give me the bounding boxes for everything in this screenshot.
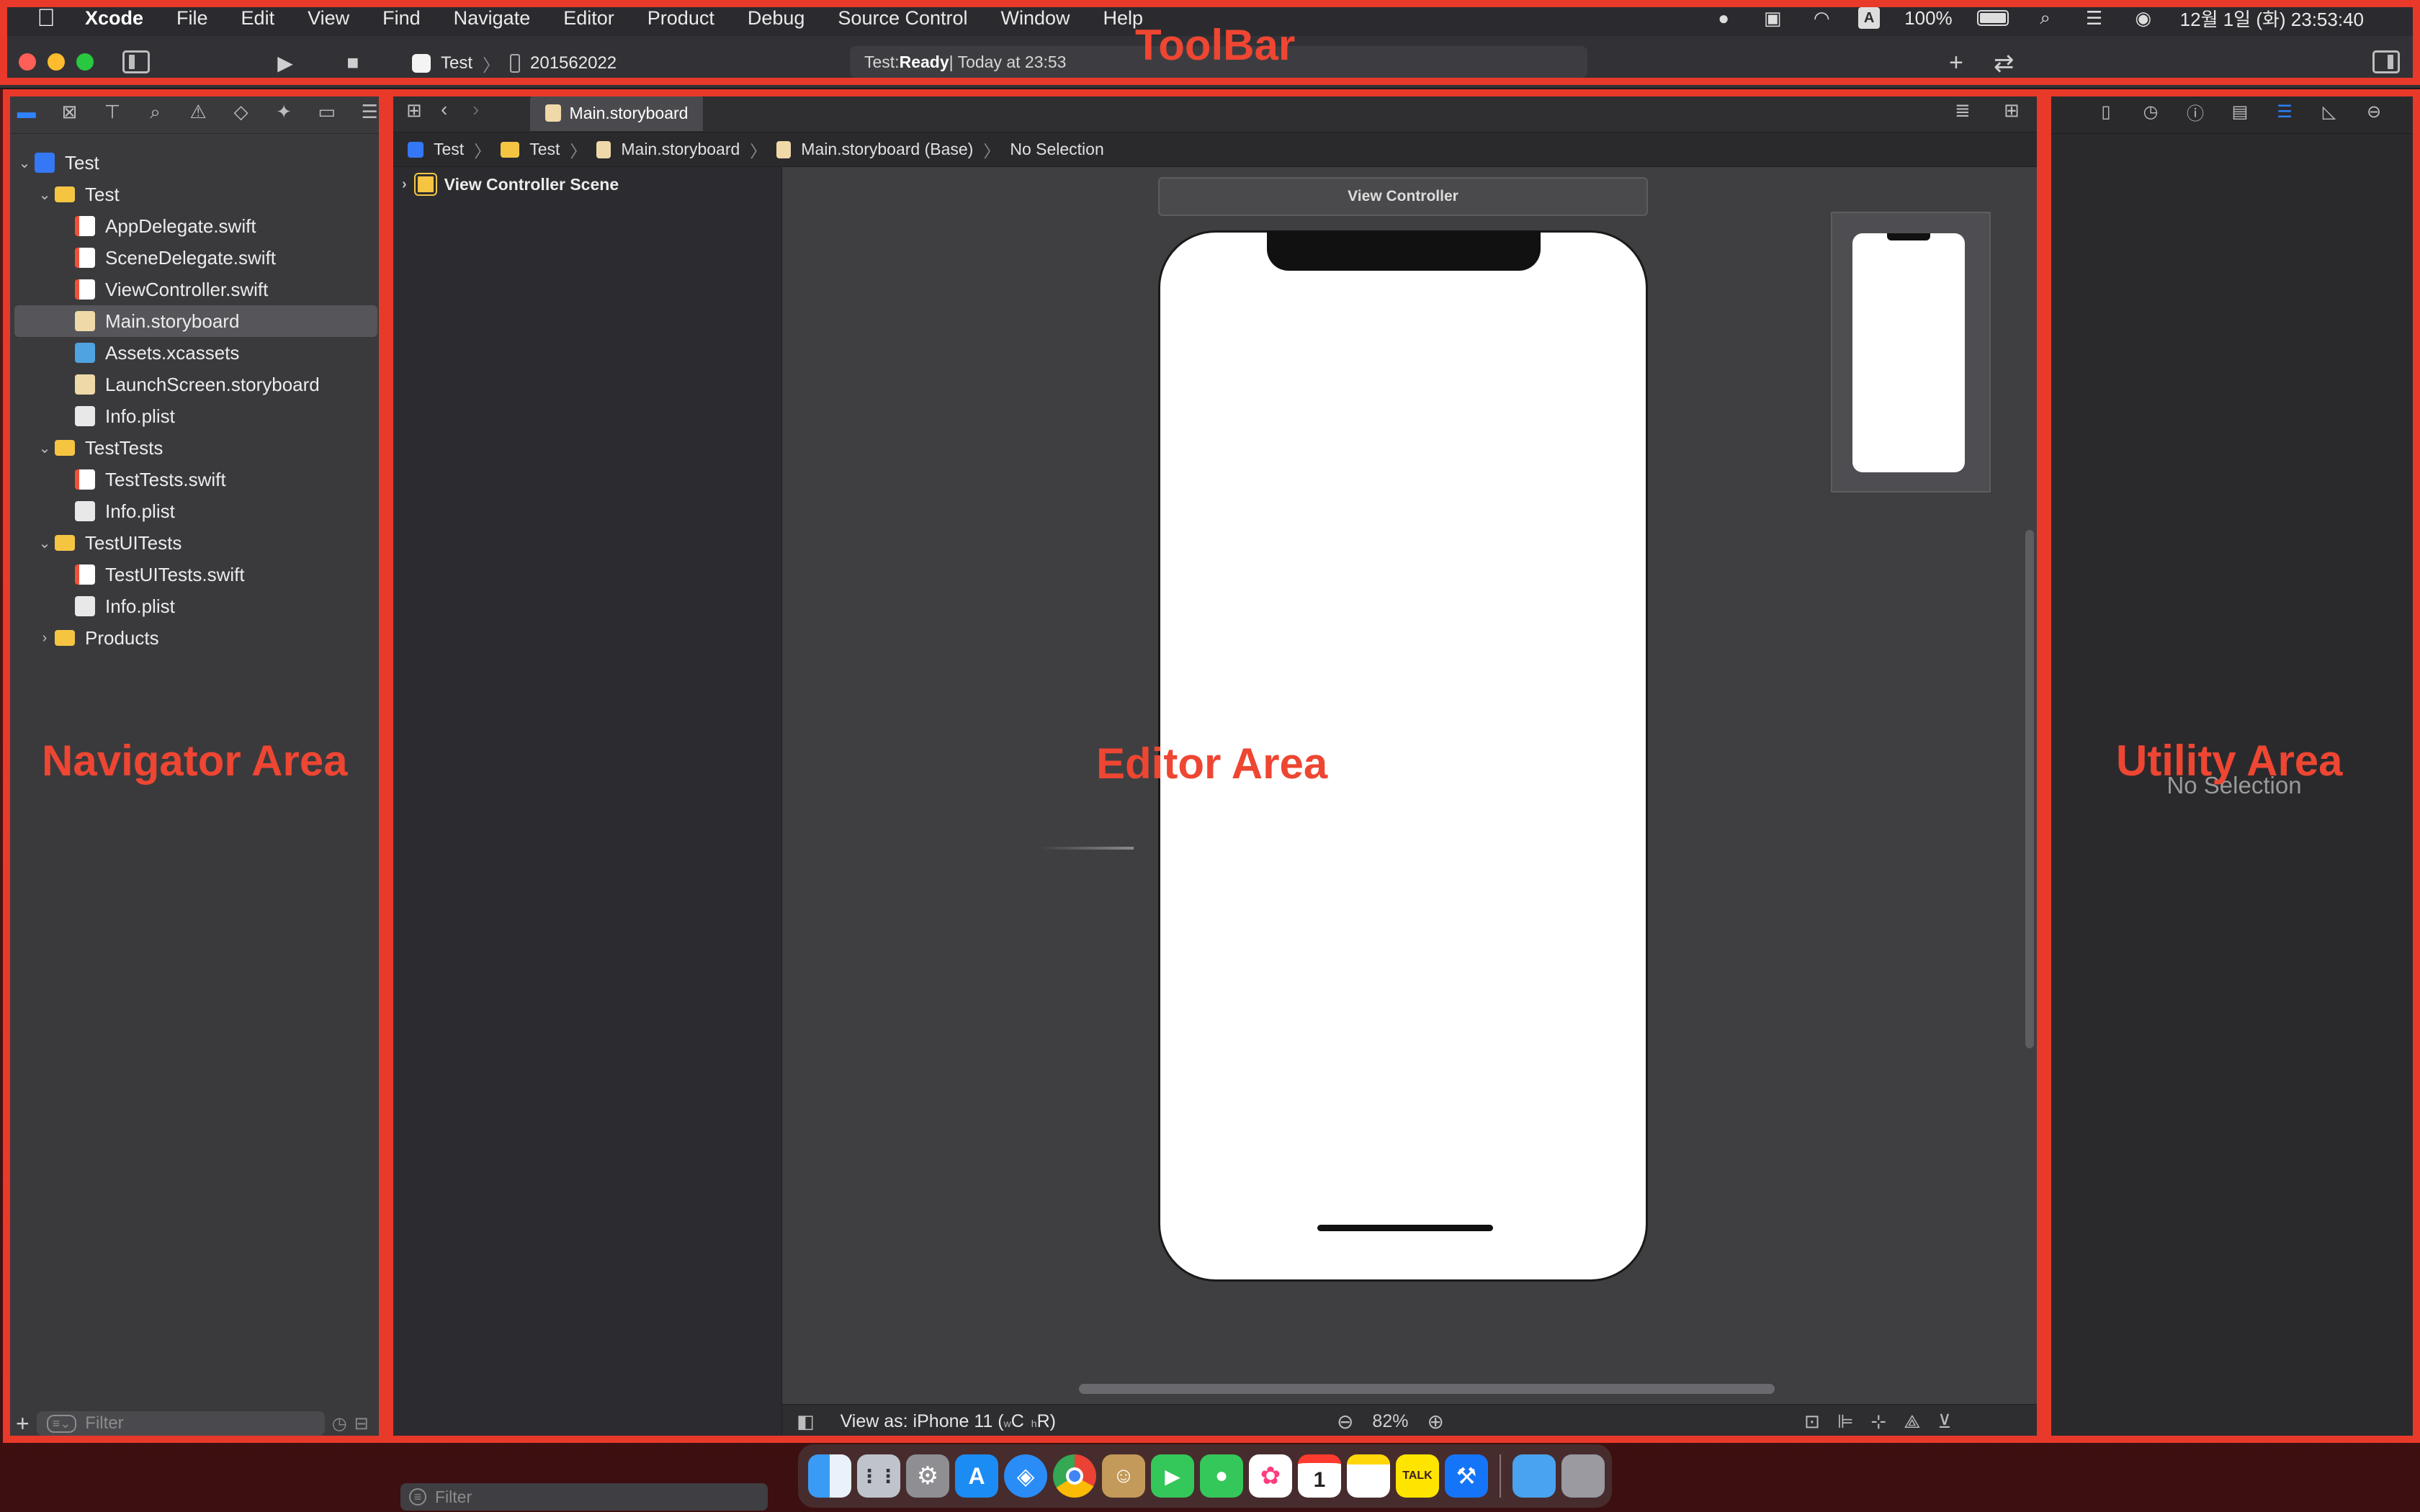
dock-separator xyxy=(1500,1454,1501,1498)
outline-filter-input[interactable]: ≡ Filter xyxy=(400,1483,768,1511)
filter-icon: ≡ xyxy=(409,1488,426,1506)
calendar-icon[interactable]: 1 xyxy=(1298,1454,1341,1498)
desktop:  Xcode File Edit View Find Navigate Edi… xyxy=(0,0,2420,1512)
launchpad-icon[interactable]: ⋮⋮ xyxy=(857,1454,900,1498)
chrome-icon[interactable] xyxy=(1053,1454,1096,1498)
app-store-icon[interactable]: A xyxy=(955,1454,998,1498)
editor-overlay-label: Editor Area xyxy=(1096,739,1328,788)
safari-icon[interactable]: ◈ xyxy=(1004,1454,1047,1498)
outline-filter-placeholder: Filter xyxy=(435,1487,472,1506)
downloads-folder-icon[interactable] xyxy=(1512,1454,1556,1498)
contacts-icon[interactable]: ☺ xyxy=(1102,1454,1145,1498)
finder-icon[interactable] xyxy=(808,1454,851,1498)
kakaotalk-icon[interactable]: TALK xyxy=(1396,1454,1439,1498)
trash-icon[interactable] xyxy=(1561,1454,1605,1498)
facetime-icon[interactable]: ▶ xyxy=(1151,1454,1194,1498)
navigator-overlay-label: Navigator Area xyxy=(42,737,348,785)
system-preferences-icon[interactable]: ⚙ xyxy=(906,1454,949,1498)
photos-icon[interactable]: ✿ xyxy=(1249,1454,1292,1498)
notes-icon[interactable] xyxy=(1347,1454,1390,1498)
dock: ⋮⋮ ⚙ A ◈ ☺ ▶ ● ✿ 1 TALK ⚒ xyxy=(798,1444,1612,1508)
utility-overlay-label: Utility Area xyxy=(2116,737,2343,785)
xcode-icon[interactable]: ⚒ xyxy=(1445,1454,1488,1498)
toolbar-overlay-label: ToolBar xyxy=(1135,21,1296,69)
messages-icon[interactable]: ● xyxy=(1200,1454,1243,1498)
